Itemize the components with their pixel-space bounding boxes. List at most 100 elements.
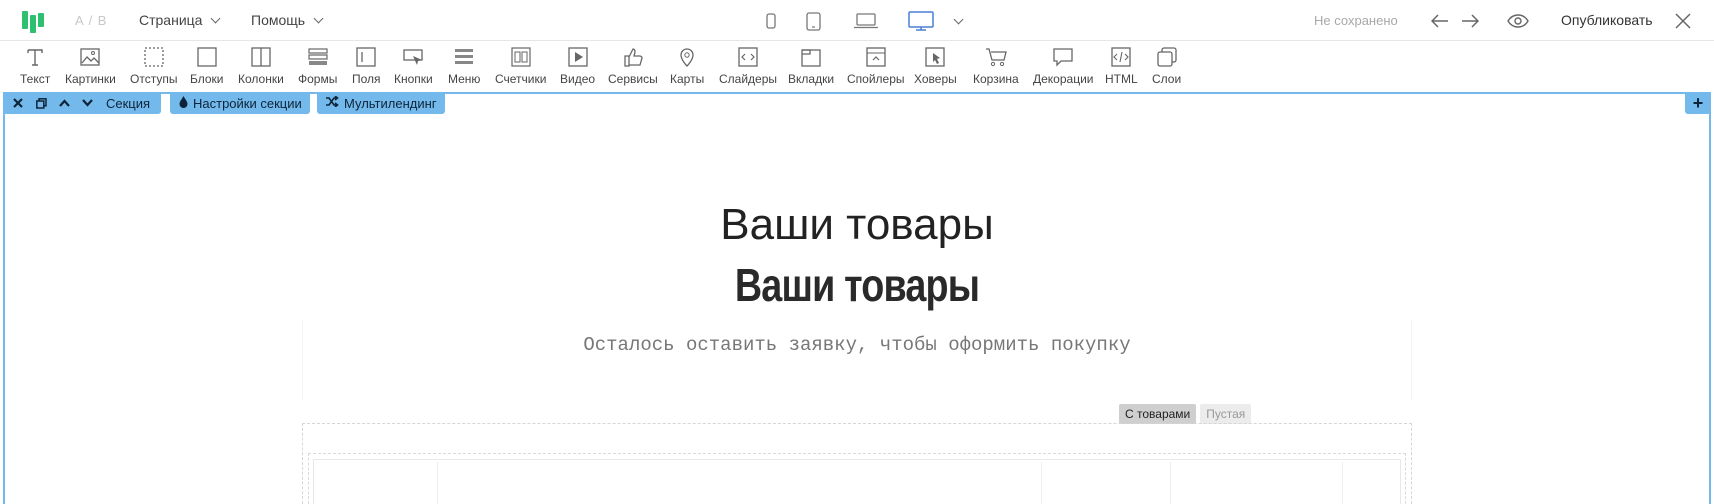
page-title[interactable]: Ваши товары (0, 200, 1714, 250)
tool-label: Спойлеры (847, 72, 905, 86)
column-divider (1041, 462, 1042, 504)
page-menu[interactable]: Страница (139, 12, 221, 28)
columns-icon (249, 45, 273, 69)
tool-label: Блоки (190, 72, 224, 86)
slider-icon (736, 45, 760, 69)
save-status: Не сохранено (1314, 13, 1398, 28)
tablet-device-icon[interactable] (803, 8, 823, 34)
tool-menu[interactable]: Меню (448, 45, 480, 86)
tool-decorations[interactable]: Декорации (1033, 45, 1094, 86)
tool-label: Меню (448, 72, 481, 86)
tool-label: Вкладки (788, 72, 835, 86)
tool-label: Кнопки (394, 72, 433, 86)
move-up-icon[interactable] (53, 92, 75, 114)
tool-html[interactable]: HTML (1105, 45, 1138, 86)
button-icon (401, 45, 425, 69)
form-icon (306, 45, 330, 69)
tool-label: Видео (560, 72, 596, 86)
padding-icon (142, 45, 166, 69)
tool-label: Поля (352, 72, 381, 86)
redo-arrow-icon[interactable] (1459, 10, 1481, 32)
tool-label: Текст (20, 72, 51, 86)
tool-forms[interactable]: Формы (298, 45, 337, 86)
tool-label: Карты (670, 72, 705, 86)
publish-button[interactable]: Опубликовать (1561, 12, 1653, 28)
column-divider (437, 462, 438, 504)
page-title-bold[interactable]: Ваши товары (154, 258, 1559, 312)
section-controls: Секция Настройки секции Мультилендинг (3, 92, 453, 114)
video-icon (566, 45, 590, 69)
tool-label: Формы (298, 72, 338, 86)
section-settings-button[interactable]: Настройки секции (170, 92, 310, 114)
tool-columns[interactable]: Колонки (238, 45, 284, 86)
desktop-device-icon[interactable] (907, 8, 935, 34)
tab-empty[interactable]: Пустая (1200, 404, 1252, 424)
shuffle-icon (326, 95, 339, 110)
tool-cart[interactable]: Корзина (973, 45, 1019, 86)
tool-fields[interactable]: Поля (352, 45, 381, 86)
tool-label: Корзина (973, 72, 1019, 86)
tool-label: Декорации (1033, 72, 1094, 86)
spoiler-icon (864, 45, 888, 69)
plus-icon: + (1692, 92, 1704, 113)
tool-images[interactable]: Картинки (65, 45, 116, 86)
help-menu[interactable]: Помощь (251, 12, 324, 28)
close-icon[interactable] (1672, 10, 1694, 32)
drop-icon (179, 95, 188, 111)
logo-icon[interactable] (22, 9, 46, 33)
device-dropdown[interactable] (950, 8, 966, 34)
page-subtitle[interactable]: Осталось оставить заявку, чтобы оформить… (0, 334, 1714, 356)
chevron-down-icon (953, 14, 963, 24)
laptop-device-icon[interactable] (853, 8, 879, 34)
chevron-down-icon (313, 13, 324, 23)
duplicate-section-icon[interactable] (30, 92, 52, 114)
tool-text[interactable]: Текст (20, 45, 50, 86)
tool-maps[interactable]: Карты (670, 45, 704, 86)
tool-label: Сервисы (608, 72, 658, 86)
content-frame (302, 320, 1412, 400)
add-section-button[interactable]: + (1685, 92, 1711, 114)
cart-row-outline (313, 459, 1401, 504)
tool-counters[interactable]: Счетчики (495, 45, 546, 86)
tool-sliders[interactable]: Слайдеры (719, 45, 777, 86)
chevron-down-icon (211, 13, 221, 23)
tool-blocks[interactable]: Блоки (190, 45, 224, 86)
tool-label: Колонки (238, 72, 284, 86)
menu-icon (452, 45, 476, 69)
text-icon (23, 45, 47, 69)
move-down-icon[interactable] (76, 92, 98, 114)
tool-layers[interactable]: Слои (1152, 45, 1181, 86)
tool-label: Картинки (65, 72, 116, 86)
tool-padding[interactable]: Отступы (130, 45, 177, 86)
decoration-icon (1051, 45, 1075, 69)
map-pin-icon (675, 45, 699, 69)
image-icon (78, 45, 102, 69)
tool-buttons[interactable]: Кнопки (394, 45, 433, 86)
preview-eye-icon[interactable] (1505, 10, 1531, 32)
delete-section-icon[interactable] (7, 92, 29, 114)
tool-hovers[interactable]: Ховеры (914, 45, 957, 86)
thumbs-up-icon (621, 45, 645, 69)
tool-video[interactable]: Видео (560, 45, 595, 86)
tool-services[interactable]: Сервисы (608, 45, 658, 86)
multilanding-button[interactable]: Мультилендинг (317, 92, 445, 114)
tab-with-products[interactable]: С товарами (1119, 404, 1197, 424)
undo-arrow-icon[interactable] (1429, 10, 1451, 32)
layers-icon (1155, 45, 1179, 69)
cart-icon (984, 45, 1008, 69)
tool-label: Ховеры (914, 72, 957, 86)
multilanding-label: Мультилендинг (344, 95, 437, 111)
tool-spoilers[interactable]: Спойлеры (847, 45, 905, 86)
section-label[interactable]: Секция (106, 92, 150, 114)
hover-icon (923, 45, 947, 69)
code-icon (1109, 45, 1133, 69)
tool-tabs[interactable]: Вкладки (788, 45, 834, 86)
tool-label: HTML (1105, 72, 1138, 86)
page-menu-label: Страница (139, 12, 203, 28)
tool-label: Счетчики (495, 72, 547, 86)
component-toolbar: Текст Картинки Отступы Блоки Колонки Фор… (0, 41, 1714, 92)
help-menu-label: Помощь (251, 12, 306, 28)
phone-device-icon[interactable] (764, 8, 778, 34)
tool-label: Слои (1152, 72, 1182, 86)
ab-test-toggle[interactable]: A / B (75, 13, 107, 28)
